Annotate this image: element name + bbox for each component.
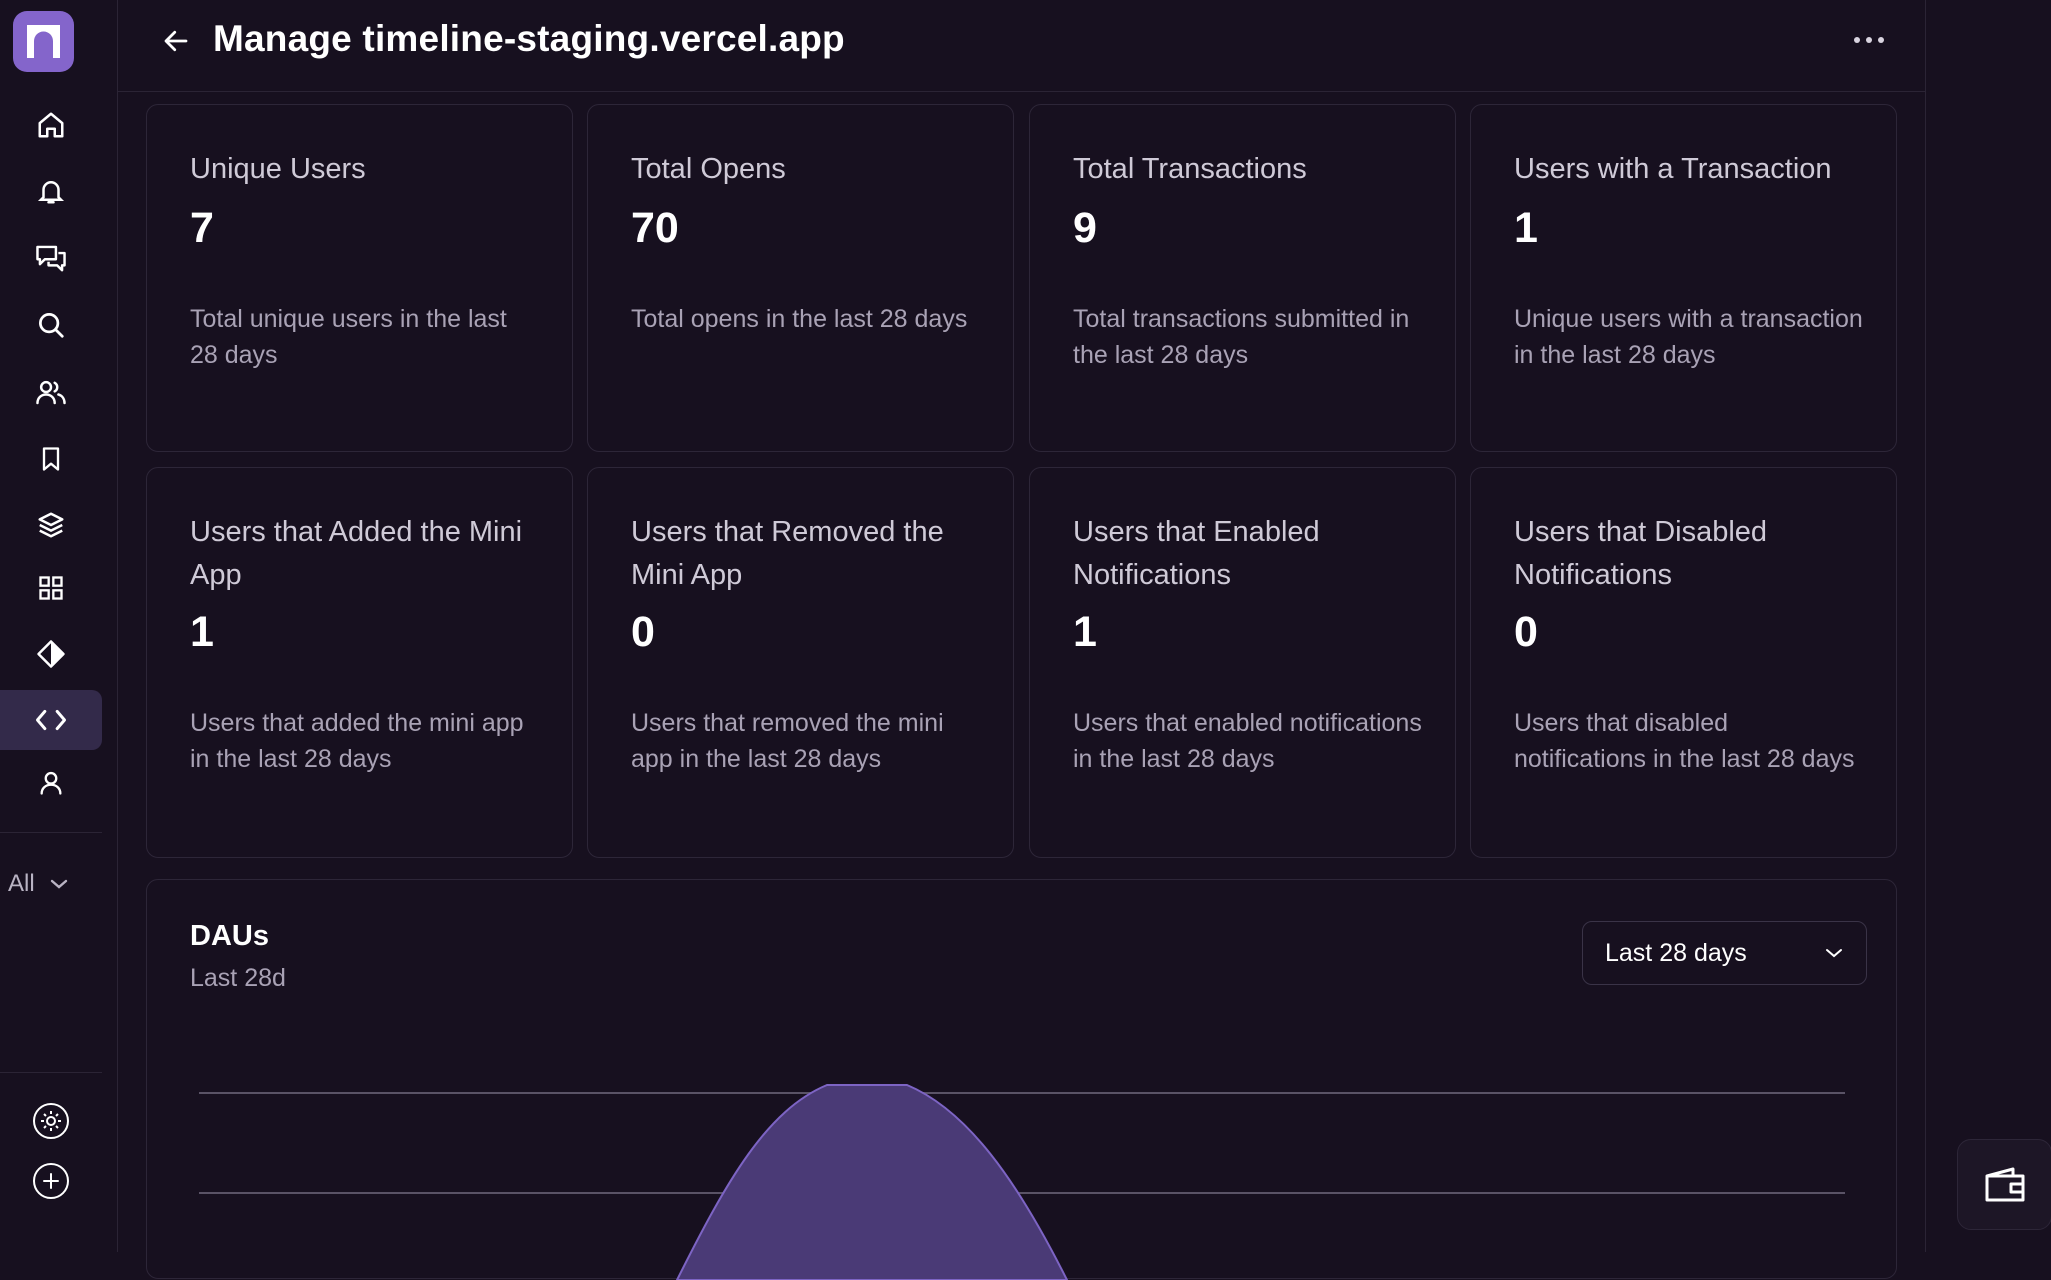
nav-notifications[interactable]: [0, 161, 102, 221]
arch-logo-icon: [27, 25, 60, 58]
stat-value: 7: [190, 204, 214, 252]
page-header: Manage timeline-staging.vercel.app: [117, 0, 1925, 92]
home-icon: [38, 112, 64, 138]
stat-title: Unique Users: [190, 153, 366, 185]
stat-value: 70: [631, 204, 679, 252]
nav-profile[interactable]: [0, 753, 102, 813]
nav-home[interactable]: [0, 95, 102, 155]
stat-description: Unique users with a transaction in the l…: [1514, 305, 1863, 369]
dau-area-series: [675, 1084, 1069, 1280]
stat-description: Total transactions submitted in the last…: [1073, 305, 1410, 369]
arrow-left-icon: [164, 30, 188, 52]
stat-card-total-transactions: Total Transactions 9 Total transactions …: [1029, 104, 1456, 452]
nav-developer[interactable]: [0, 690, 102, 750]
nav-users[interactable]: [0, 362, 102, 422]
stat-description: Users that enabled notifications in the …: [1073, 709, 1422, 773]
filter-label: All: [8, 870, 35, 897]
stat-description: Users that added the mini app in the las…: [190, 709, 524, 773]
stat-value: 0: [631, 608, 655, 656]
bell-icon: [37, 181, 65, 204]
dau-chart: [199, 1084, 1845, 1280]
stat-description: Total unique users in the last 28 days: [190, 305, 507, 369]
nav-diamond[interactable]: [0, 624, 102, 684]
search-icon: [39, 313, 64, 338]
channel-filter[interactable]: All: [8, 870, 69, 898]
nav-apps[interactable]: [0, 558, 102, 618]
stat-card-total-opens: Total Opens 70 Total opens in the last 2…: [587, 104, 1014, 452]
nav-messages[interactable]: [0, 228, 102, 288]
wallet-button[interactable]: [1957, 1139, 2051, 1230]
stat-value: 1: [190, 608, 214, 656]
stat-title: Users that Enabled Notifications: [1073, 516, 1320, 591]
sidebar-divider: [0, 832, 102, 833]
content-right-border: [1925, 0, 1926, 1252]
stat-card-enabled-notifications: Users that Enabled Notifications 1 Users…: [1029, 467, 1456, 858]
stat-card-added-mini-app: Users that Added the Mini App 1 Users th…: [146, 467, 573, 858]
nav-search[interactable]: [0, 295, 102, 355]
stat-value: 1: [1073, 608, 1097, 656]
add-icon: [33, 1163, 69, 1199]
stat-title: Users that Added the Mini App: [190, 516, 523, 591]
layers-icon: [38, 512, 64, 538]
settings-button[interactable]: [0, 1091, 102, 1151]
app-logo[interactable]: [13, 11, 74, 72]
wallet-icon: [1985, 1167, 2024, 1201]
sidebar-divider-bottom: [0, 1072, 102, 1073]
stat-description: Users that removed the mini app in the l…: [631, 709, 944, 773]
settings-icon: [33, 1103, 69, 1139]
stat-description: Total opens in the last 28 days: [631, 305, 968, 333]
user-icon: [40, 771, 62, 795]
bookmark-icon: [42, 447, 60, 471]
nav-layers[interactable]: [0, 495, 102, 555]
stat-value: 0: [1514, 608, 1538, 656]
stat-card-disabled-notifications: Users that Disabled Notifications 0 User…: [1470, 467, 1897, 858]
back-button[interactable]: [161, 26, 201, 56]
stat-card-unique-users: Unique Users 7 Total unique users in the…: [146, 104, 573, 452]
stat-title: Users that Disabled Notifications: [1514, 516, 1768, 591]
stat-value: 1: [1514, 204, 1538, 252]
dau-chart-card: DAUs Last 28d Last 28 days: [146, 879, 1897, 1280]
sidebar: All: [0, 0, 118, 1252]
page-title: Manage timeline-staging.vercel.app: [213, 18, 845, 59]
stat-description: Users that disabled notifications in the…: [1514, 709, 1855, 773]
more-options-button[interactable]: [1849, 30, 1889, 50]
chat-icon: [36, 245, 66, 272]
stat-title: Users that Removed the Mini App: [631, 516, 944, 591]
grid-icon: [39, 576, 63, 600]
code-icon: [35, 709, 67, 731]
add-button[interactable]: [0, 1151, 102, 1211]
users-icon: [36, 380, 66, 405]
stat-value: 9: [1073, 204, 1097, 252]
chevron-down-icon: [50, 879, 67, 889]
stat-title: Total Transactions: [1073, 153, 1307, 185]
nav-bookmarks[interactable]: [0, 429, 102, 489]
stat-card-users-with-transaction: Users with a Transaction 1 Unique users …: [1470, 104, 1897, 452]
diamond-icon: [37, 640, 65, 668]
stat-title: Total Opens: [631, 153, 786, 185]
more-horizontal-icon: [1854, 37, 1884, 43]
stat-card-removed-mini-app: Users that Removed the Mini App 0 Users …: [587, 467, 1014, 858]
stat-title: Users with a Transaction: [1514, 153, 1832, 185]
